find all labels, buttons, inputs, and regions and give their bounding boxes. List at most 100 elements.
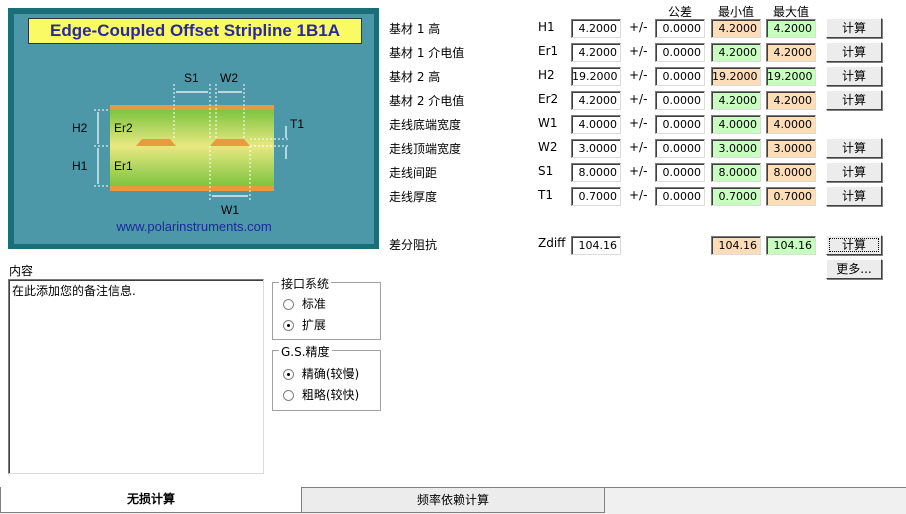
calculate-w2-button[interactable]: 计算 [826, 138, 882, 158]
param-symbol-er2: Er2 [538, 92, 559, 106]
calculate-er1-button[interactable]: 计算 [826, 42, 882, 62]
param-tolerance-h1[interactable]: 0.0000 [655, 19, 705, 38]
param-label-w1: 走线底端宽度 [389, 118, 462, 132]
param-value-h2[interactable]: 19.2000 [571, 67, 621, 86]
param-min-w1[interactable]: 4.0000 [711, 115, 761, 134]
label-er2: Er2 [114, 121, 133, 135]
radio-standard-icon[interactable] [283, 299, 294, 310]
param-max-h2[interactable]: 19.2000 [766, 67, 816, 86]
tab-frequency-dependent[interactable]: 频率依赖计算 [301, 488, 605, 513]
plus-minus-w1: +/- [629, 116, 648, 130]
param-max-er2[interactable]: 4.2000 [766, 91, 816, 110]
top-plane [110, 105, 274, 110]
param-value-w2[interactable]: 3.0000 [571, 139, 621, 158]
param-label-er1: 基材 1 介电值 [389, 46, 465, 60]
param-min-h1[interactable]: 4.2000 [711, 19, 761, 38]
param-min-s1[interactable]: 8.0000 [711, 163, 761, 182]
param-symbol-t1: T1 [538, 188, 553, 202]
calculate-er2-button[interactable]: 计算 [826, 90, 882, 110]
plus-minus-h2: +/- [629, 68, 648, 82]
calculate-impedance-button[interactable]: 计算 [826, 235, 882, 255]
param-value-er1[interactable]: 4.2000 [571, 43, 621, 62]
impedance-value-field[interactable]: 104.16 [571, 236, 621, 255]
param-max-w1[interactable]: 4.0000 [766, 115, 816, 134]
label-er1: Er1 [114, 159, 133, 173]
plus-minus-s1: +/- [629, 164, 648, 178]
param-tolerance-er2[interactable]: 0.0000 [655, 91, 705, 110]
trace-left [136, 139, 176, 146]
calculate-h1-button[interactable]: 计算 [826, 18, 882, 38]
website-text: www.polarinstruments.com [115, 219, 271, 234]
param-max-er1[interactable]: 4.2000 [766, 43, 816, 62]
param-label-t1: 走线厚度 [389, 190, 438, 204]
plus-minus-h1: +/- [629, 20, 648, 34]
param-min-t1[interactable]: 0.7000 [711, 187, 761, 206]
param-max-w2[interactable]: 3.0000 [766, 139, 816, 158]
notes-textarea[interactable]: 在此添加您的备注信息. [8, 279, 264, 474]
tab-bar: 无损计算 频率依赖计算 [0, 487, 906, 514]
param-value-h1[interactable]: 4.2000 [571, 19, 621, 38]
trace-right [210, 139, 250, 146]
radio-standard-label: 标准 [301, 297, 326, 311]
precision-title: G.S.精度 [279, 343, 332, 360]
param-min-h2[interactable]: 19.2000 [711, 67, 761, 86]
param-max-h1[interactable]: 4.2000 [766, 19, 816, 38]
radio-accurate-label: 精确(较慢) [301, 367, 360, 381]
radio-accurate[interactable]: 精确(较慢) [283, 365, 359, 382]
param-tolerance-t1[interactable]: 0.0000 [655, 187, 705, 206]
interface-system-title: 接口系统 [279, 275, 332, 292]
dielectric-er1 [110, 146, 274, 186]
bottom-plane [110, 186, 274, 191]
header-min: 最小值 [717, 5, 754, 19]
plus-minus-er2: +/- [629, 92, 648, 106]
radio-extended-label: 扩展 [301, 318, 326, 332]
param-symbol-h1: H1 [538, 20, 555, 34]
impedance-label: 差分阻抗 [389, 238, 438, 252]
radio-extended-icon[interactable] [283, 320, 294, 331]
diagram-background: Edge-Coupled Offset Stripline 1B1A S1 W2… [14, 14, 374, 244]
impedance-max-field[interactable]: 104.16 [766, 236, 816, 255]
impedance-min-field[interactable]: 104.16 [711, 236, 761, 255]
calculate-h2-button[interactable]: 计算 [826, 66, 882, 86]
param-value-w1[interactable]: 4.0000 [571, 115, 621, 134]
more-button[interactable]: 更多... [826, 259, 882, 279]
param-max-s1[interactable]: 8.0000 [766, 163, 816, 182]
radio-standard[interactable]: 标准 [283, 295, 326, 312]
param-tolerance-h2[interactable]: 0.0000 [655, 67, 705, 86]
impedance-symbol: Zdiff [538, 236, 566, 250]
calculate-t1-button[interactable]: 计算 [826, 186, 882, 206]
param-label-s1: 走线间距 [389, 166, 438, 180]
param-symbol-s1: S1 [538, 164, 554, 178]
radio-rough-label: 粗略(较快) [301, 388, 360, 402]
param-tolerance-w1[interactable]: 0.0000 [655, 115, 705, 134]
radio-accurate-icon[interactable] [283, 369, 294, 380]
param-tolerance-er1[interactable]: 0.0000 [655, 43, 705, 62]
param-value-er2[interactable]: 4.2000 [571, 91, 621, 110]
param-symbol-h2: H2 [538, 68, 555, 82]
param-tolerance-s1[interactable]: 0.0000 [655, 163, 705, 182]
radio-rough-icon[interactable] [283, 390, 294, 401]
param-label-w2: 走线顶端宽度 [389, 142, 462, 156]
stackup-diagram: Edge-Coupled Offset Stripline 1B1A S1 W2… [8, 8, 379, 249]
param-value-s1[interactable]: 8.0000 [571, 163, 621, 182]
label-s1: S1 [184, 71, 199, 85]
param-value-t1[interactable]: 0.7000 [571, 187, 621, 206]
param-label-h1: 基材 1 高 [389, 22, 441, 36]
label-w2: W2 [220, 71, 238, 85]
radio-rough[interactable]: 粗略(较快) [283, 386, 359, 403]
header-tolerance: 公差 [667, 5, 692, 19]
param-max-t1[interactable]: 0.7000 [766, 187, 816, 206]
param-symbol-w2: W2 [538, 140, 558, 154]
calculate-s1-button[interactable]: 计算 [826, 162, 882, 182]
param-min-er1[interactable]: 4.2000 [711, 43, 761, 62]
label-h1: H1 [72, 159, 88, 173]
param-tolerance-w2[interactable]: 0.0000 [655, 139, 705, 158]
param-min-er2[interactable]: 4.2000 [711, 91, 761, 110]
tab-lossless[interactable]: 无损计算 [0, 487, 302, 513]
plus-minus-er1: +/- [629, 44, 648, 58]
param-min-w2[interactable]: 3.0000 [711, 139, 761, 158]
radio-extended[interactable]: 扩展 [283, 316, 326, 333]
notes-label: 内容 [9, 264, 34, 278]
label-h2: H2 [72, 121, 88, 135]
param-label-er2: 基材 2 介电值 [389, 94, 465, 108]
